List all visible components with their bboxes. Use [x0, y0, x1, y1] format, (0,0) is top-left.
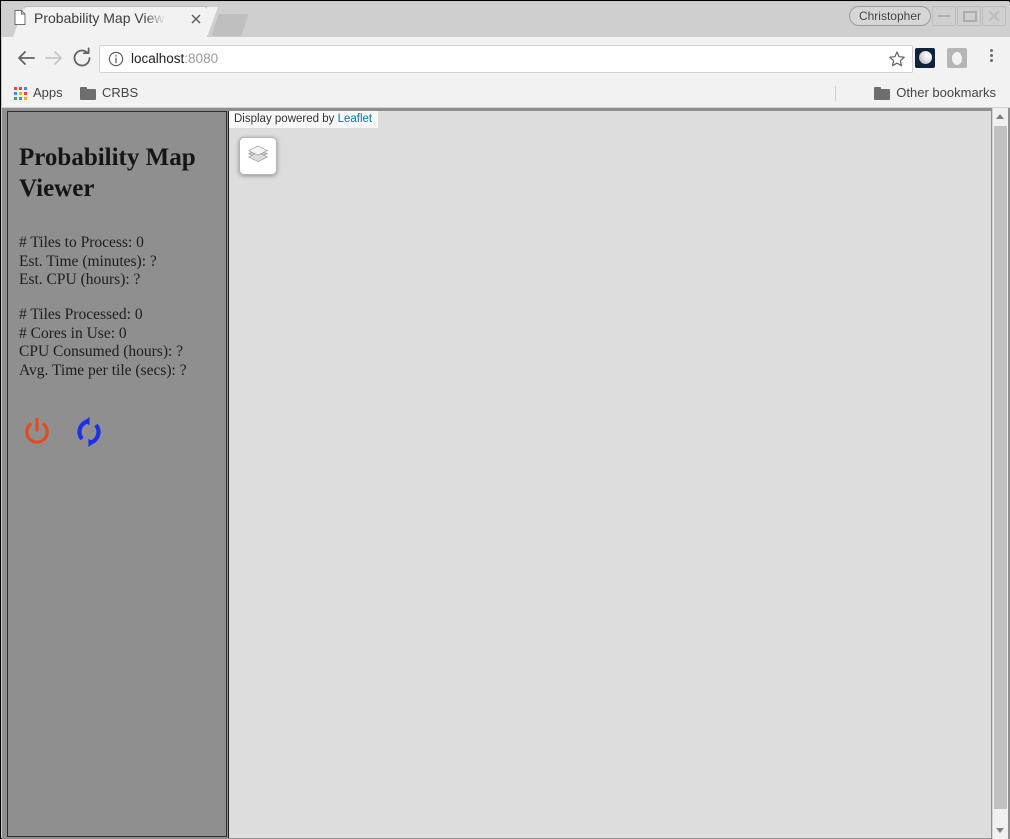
- apps-grid-icon: [14, 86, 27, 100]
- leaflet-map[interactable]: Display powered by Leaflet: [228, 111, 991, 838]
- page-title: Probability Map Viewer: [19, 144, 196, 202]
- bookmarks-separator: [835, 86, 836, 101]
- address-bar-text: localhost:8080: [131, 50, 218, 68]
- forward-icon: [45, 51, 62, 65]
- stat-avg-time-per-tile: Avg. Time per tile (secs): ?: [19, 361, 187, 379]
- folder-icon: [874, 86, 891, 100]
- address-bar[interactable]: localhost:8080: [99, 45, 913, 73]
- new-tab-button[interactable]: [211, 14, 249, 36]
- progress-stats-group: # Tiles Processed: 0 # Cores in Use: 0 C…: [19, 306, 187, 380]
- folder-icon: [80, 86, 96, 100]
- estimate-stats-group: # Tiles to Process: 0 Est. Time (minutes…: [19, 234, 157, 290]
- info-circle-icon[interactable]: [108, 51, 124, 67]
- layers-stack-icon: [247, 145, 269, 162]
- url-host: localhost: [131, 51, 185, 66]
- stat-tiles-to-process: # Tiles to Process: 0: [19, 234, 144, 251]
- reload-icon[interactable]: [70, 46, 94, 70]
- stat-cpu-consumed: CPU Consumed (hours): ?: [19, 343, 184, 360]
- window-maximize-button[interactable]: [957, 6, 981, 26]
- tab-strip: Probability Map Viewer Christopher: [2, 2, 1010, 38]
- scroll-down-arrow-icon[interactable]: [993, 823, 1008, 839]
- tab-title: Probability Map Viewer: [34, 10, 166, 26]
- attribution-prefix: Display powered by: [234, 113, 338, 125]
- leaflet-link[interactable]: Leaflet: [338, 113, 373, 125]
- window-close-button[interactable]: [982, 6, 1006, 26]
- browser-window: Probability Map Viewer Christopher local…: [0, 0, 1010, 839]
- chrome-menu-icon[interactable]: [982, 49, 1000, 67]
- stat-est-cpu: Est. CPU (hours): ?: [19, 271, 141, 288]
- browser-toolbar: localhost:8080: [2, 37, 1010, 79]
- page-content: Probability Map Viewer # Tiles to Proces…: [2, 108, 1010, 839]
- window-minimize-button[interactable]: [932, 6, 956, 26]
- url-port: :8080: [184, 51, 219, 66]
- other-bookmarks-button[interactable]: Other bookmarks: [874, 83, 996, 103]
- vertical-scrollbar[interactable]: [992, 108, 1008, 839]
- moon-extension-icon[interactable]: [915, 48, 935, 68]
- bookmark-apps-button[interactable]: Apps: [14, 83, 63, 103]
- sidebar-action-buttons: [20, 415, 106, 449]
- back-icon[interactable]: [14, 46, 38, 70]
- profile-button[interactable]: Christopher: [848, 6, 931, 26]
- scroll-up-arrow-icon[interactable]: [993, 108, 1008, 124]
- stat-est-time: Est. Time (minutes): ?: [19, 252, 157, 270]
- bookmark-apps-label: Apps: [33, 85, 63, 100]
- leaflet-attribution: Display powered by Leaflet: [229, 111, 379, 128]
- tab-close-icon[interactable]: [188, 11, 204, 27]
- bookmarks-bar: Apps CRBS Other bookmarks: [2, 79, 1010, 108]
- bookmark-star-icon[interactable]: [888, 50, 906, 68]
- scrollbar-thumb[interactable]: [994, 126, 1007, 809]
- bookmark-item-crbs[interactable]: CRBS: [80, 83, 138, 103]
- power-off-icon[interactable]: [20, 415, 54, 449]
- refresh-icon[interactable]: [72, 415, 106, 449]
- bookmark-item-label: CRBS: [102, 85, 139, 100]
- other-bookmarks-label: Other bookmarks: [896, 85, 996, 100]
- document-favicon-icon: [14, 10, 26, 25]
- shield-extension-icon[interactable]: [947, 48, 967, 68]
- sidebar-panel: Probability Map Viewer # Tiles to Proces…: [7, 111, 227, 837]
- stat-cores-in-use: # Cores in Use: 0: [19, 324, 127, 342]
- stat-tiles-processed: # Tiles Processed: 0: [19, 306, 143, 323]
- layers-control-button[interactable]: [239, 137, 277, 175]
